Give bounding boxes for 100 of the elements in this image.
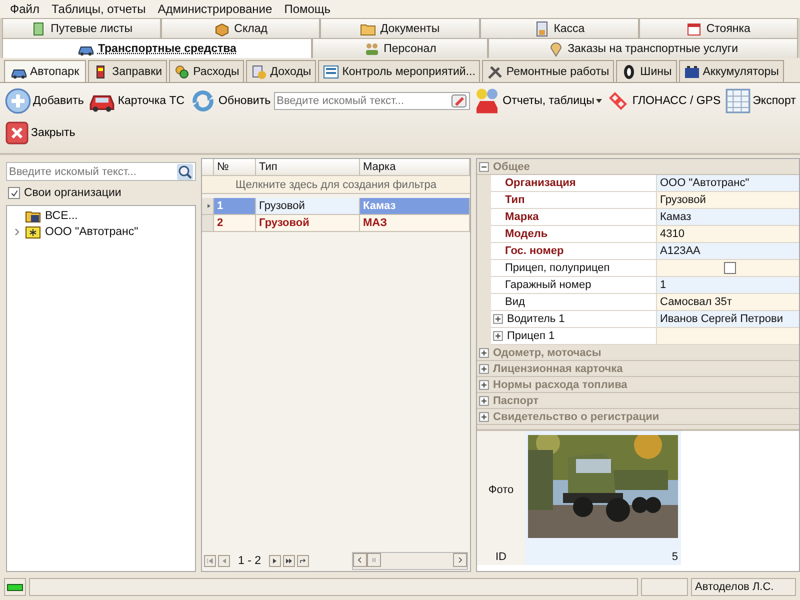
table-row[interactable]: 1 Грузовой Камаз	[202, 198, 470, 215]
checkbox[interactable]	[8, 187, 20, 199]
property-value[interactable]: ООО "Автотранс"	[656, 175, 799, 192]
coins-icon	[251, 64, 268, 80]
property-label: Тип	[505, 194, 525, 206]
expand-icon[interactable]	[479, 380, 489, 390]
previous-icon	[220, 557, 228, 565]
table-cell: Грузовой	[256, 198, 360, 215]
property-label: Гос. номер	[505, 245, 564, 257]
expand-icon[interactable]	[493, 314, 503, 324]
list-icon	[323, 64, 340, 80]
property-value[interactable]: Иванов Сергей Петрови	[656, 311, 799, 328]
table-cell: Камаз	[360, 198, 470, 215]
map-pin-icon	[548, 40, 564, 56]
plus-icon	[5, 88, 31, 114]
toolbar-button[interactable]: Добавить	[4, 88, 85, 114]
user-name: Автоделов Л.С.	[695, 581, 774, 593]
row-pointer-icon	[205, 202, 213, 210]
tree-item[interactable]: ВСЕ...	[45, 210, 78, 222]
tab[interactable]: Заправки	[88, 60, 168, 82]
property-label: Фото	[477, 431, 525, 549]
horizontal-scrollbar[interactable]	[352, 552, 468, 570]
module-tab[interactable]: Персонал	[312, 38, 488, 58]
toolbar-button[interactable]: Обновить	[188, 88, 272, 114]
expand-icon[interactable]	[479, 396, 489, 406]
table-row[interactable]: 2 Грузовой МАЗ	[202, 215, 470, 232]
expand-icon[interactable]	[13, 228, 21, 236]
toolbar-button[interactable]: Закрыть	[4, 121, 76, 145]
expand-icon[interactable]	[479, 364, 489, 374]
menu-item[interactable]: Таблицы, отчеты	[46, 2, 152, 16]
eraser-icon	[450, 93, 467, 109]
search-field[interactable]: Введите искомый текст...	[274, 92, 470, 110]
property-label: Организация	[505, 177, 576, 189]
property-label: Вид	[505, 296, 525, 308]
tree-item[interactable]: ООО "Автотранс"	[45, 226, 138, 238]
menu-item[interactable]: Файл	[4, 2, 46, 16]
module-tab[interactable]: Касса	[480, 18, 639, 38]
search-field[interactable]: Введите искомый текст...	[6, 162, 196, 181]
toolbar-button[interactable]: Карточка ТС	[86, 88, 186, 114]
refresh-button[interactable]	[297, 555, 310, 567]
module-tab[interactable]: Путевые листы	[2, 18, 162, 38]
module-tab[interactable]: Склад	[161, 18, 320, 38]
property-value[interactable]: Камаз	[656, 209, 799, 226]
tab[interactable]: Доходы	[246, 60, 316, 82]
coins-icon	[174, 64, 190, 80]
property-value[interactable]: А123АА	[656, 243, 799, 260]
module-tab[interactable]: Заказы на транспортные услуги	[488, 38, 798, 58]
tab[interactable]: Ремонтные работы	[482, 60, 614, 82]
calendar-icon	[686, 20, 702, 36]
collapse-icon[interactable]	[479, 162, 489, 172]
property-label: ID	[477, 549, 525, 565]
expand-icon[interactable]	[479, 348, 489, 358]
toolbar-button[interactable]: ГЛОНАСС / GPS	[605, 89, 722, 113]
menu-item[interactable]: Помощь	[278, 2, 337, 16]
property-label: Водитель 1	[507, 313, 565, 325]
property-label: Гаражный номер	[505, 279, 592, 291]
page-range: 1 - 2	[237, 555, 262, 567]
expand-icon[interactable]	[479, 412, 489, 422]
next-page-button[interactable]	[269, 555, 282, 567]
property-value[interactable]: 1	[656, 277, 799, 294]
people-icon	[364, 40, 380, 56]
property-value[interactable]: 4310	[656, 226, 799, 243]
first-icon	[206, 557, 214, 565]
property-label: Прицеп, полуприцеп	[505, 262, 610, 274]
toolbar-button[interactable]: Экспорт	[724, 88, 797, 114]
tab[interactable]: Шины	[616, 60, 677, 82]
module-tab[interactable]: Стоянка	[638, 18, 798, 38]
check-icon	[10, 188, 18, 198]
tab[interactable]: Аккумуляторы	[678, 60, 784, 82]
property-label: Модель	[505, 228, 548, 240]
checkbox-label: Свои организации	[24, 187, 122, 199]
property-label: Прицеп 1	[507, 330, 555, 342]
close-icon	[5, 121, 29, 145]
tab[interactable]: Автопарк	[4, 60, 86, 82]
battery-icon	[684, 64, 700, 80]
menu-item[interactable]: Администрирование	[152, 2, 278, 16]
status-panel	[641, 578, 688, 596]
table-cell: 2	[214, 215, 256, 232]
property-value: 5	[525, 549, 681, 565]
property-value[interactable]: Грузовой	[656, 192, 799, 209]
module-tab[interactable]: Документы	[320, 18, 480, 38]
property-label: Марка	[505, 211, 539, 223]
module-tab[interactable]: Транспортные средства	[2, 38, 312, 58]
reports-dropdown[interactable]: Отчеты, таблицы	[472, 87, 604, 115]
checkbox[interactable]	[724, 262, 736, 274]
last-page-button[interactable]	[283, 555, 296, 567]
redo-icon	[299, 557, 308, 565]
filter-row[interactable]: Щелкните здесь для создания фильтра	[202, 176, 470, 194]
grip-icon	[370, 556, 378, 564]
property-value[interactable]: Самосвал 35т	[656, 294, 799, 311]
calculator-icon	[534, 20, 550, 36]
table-icon	[724, 88, 751, 114]
table-cell: 1	[214, 198, 256, 215]
tab[interactable]: Контроль мероприятий...	[318, 60, 480, 82]
table-cell: Грузовой	[256, 215, 360, 232]
table-cell: МАЗ	[360, 215, 470, 232]
last-icon	[285, 557, 294, 565]
expand-icon[interactable]	[493, 331, 503, 341]
tab[interactable]: Расходы	[169, 60, 244, 82]
search-icon	[177, 164, 193, 180]
